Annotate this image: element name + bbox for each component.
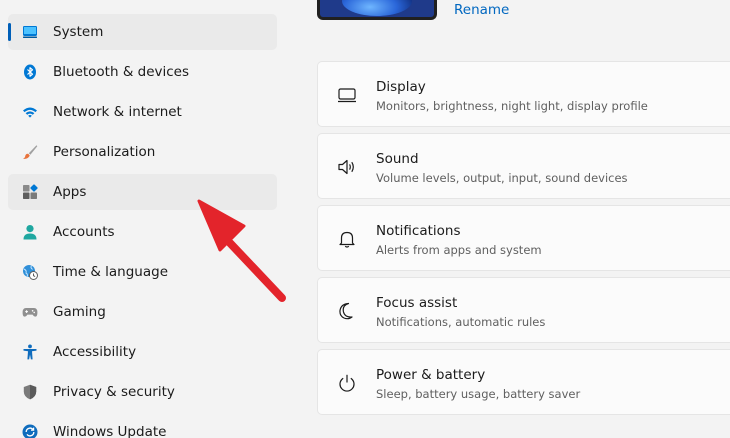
wifi-icon bbox=[23, 107, 37, 118]
focus-assist-card[interactable]: Focus assist Notifications, automatic ru… bbox=[317, 277, 730, 343]
sidebar-item-apps[interactable]: Apps bbox=[8, 174, 277, 210]
shield-icon bbox=[23, 384, 37, 400]
sidebar-nav: System Bluetooth & devices Network & int… bbox=[0, 0, 290, 438]
sidebar-item-system[interactable]: System bbox=[8, 14, 277, 50]
bluetooth-icon bbox=[24, 64, 36, 80]
sidebar-item-label: Personalization bbox=[53, 144, 156, 160]
sidebar-item-label: Accounts bbox=[53, 224, 115, 240]
sound-card[interactable]: Sound Volume levels, output, input, soun… bbox=[317, 133, 730, 199]
account-icon bbox=[23, 225, 37, 240]
card-title: Sound bbox=[376, 151, 419, 167]
card-subtitle: Monitors, brightness, night light, displ… bbox=[376, 99, 648, 113]
sidebar-item-label: Bluetooth & devices bbox=[53, 64, 190, 80]
sidebar-item-privacy[interactable]: Privacy & security bbox=[8, 374, 277, 410]
sidebar-item-label: Privacy & security bbox=[53, 384, 175, 400]
sidebar-item-label: Windows Update bbox=[53, 424, 167, 438]
display-card[interactable]: Display Monitors, brightness, night ligh… bbox=[317, 61, 730, 127]
sidebar-item-windows-update[interactable]: Windows Update bbox=[8, 414, 277, 438]
sidebar-item-bluetooth[interactable]: Bluetooth & devices bbox=[8, 54, 277, 90]
card-title: Display bbox=[376, 79, 426, 95]
power-icon bbox=[339, 374, 355, 392]
device-wallpaper-thumbnail bbox=[317, 0, 437, 20]
sidebar-item-label: Network & internet bbox=[53, 104, 182, 120]
sidebar-item-gaming[interactable]: Gaming bbox=[8, 294, 277, 330]
apps-icon bbox=[23, 184, 38, 199]
sidebar-item-label: Gaming bbox=[53, 304, 106, 320]
monitor-icon bbox=[338, 88, 356, 103]
system-icon bbox=[23, 26, 37, 38]
card-title: Power & battery bbox=[376, 367, 486, 383]
card-subtitle: Alerts from apps and system bbox=[376, 243, 542, 257]
card-subtitle: Sleep, battery usage, battery saver bbox=[376, 387, 581, 401]
brush-icon bbox=[23, 145, 38, 159]
speaker-icon bbox=[338, 159, 354, 175]
sidebar-item-label: Accessibility bbox=[53, 344, 137, 360]
card-title: Notifications bbox=[376, 223, 461, 239]
sidebar-item-accessibility[interactable]: Accessibility bbox=[8, 334, 277, 370]
sidebar-item-label: System bbox=[53, 24, 104, 40]
gamepad-icon bbox=[22, 308, 38, 317]
card-subtitle: Notifications, automatic rules bbox=[376, 315, 546, 329]
card-title: Focus assist bbox=[376, 295, 458, 311]
globe-clock-icon bbox=[23, 265, 38, 280]
bell-icon bbox=[339, 231, 355, 248]
moon-icon bbox=[339, 302, 353, 320]
selection-indicator bbox=[8, 23, 11, 41]
power-battery-card[interactable]: Power & battery Sleep, battery usage, ba… bbox=[317, 349, 730, 415]
rename-link[interactable]: Rename bbox=[454, 2, 509, 18]
notifications-card[interactable]: Notifications Alerts from apps and syste… bbox=[317, 205, 730, 271]
sidebar-item-network[interactable]: Network & internet bbox=[8, 94, 277, 130]
sidebar-item-personalization[interactable]: Personalization bbox=[8, 134, 277, 170]
accessibility-icon bbox=[23, 344, 37, 360]
sidebar-item-accounts[interactable]: Accounts bbox=[8, 214, 277, 250]
sidebar-item-time-language[interactable]: Time & language bbox=[8, 254, 277, 290]
wallpaper-bloom bbox=[342, 0, 412, 16]
update-icon bbox=[22, 424, 38, 438]
sidebar-item-label: Time & language bbox=[53, 264, 169, 280]
sidebar-item-label: Apps bbox=[53, 184, 87, 200]
card-subtitle: Volume levels, output, input, sound devi… bbox=[376, 171, 628, 185]
